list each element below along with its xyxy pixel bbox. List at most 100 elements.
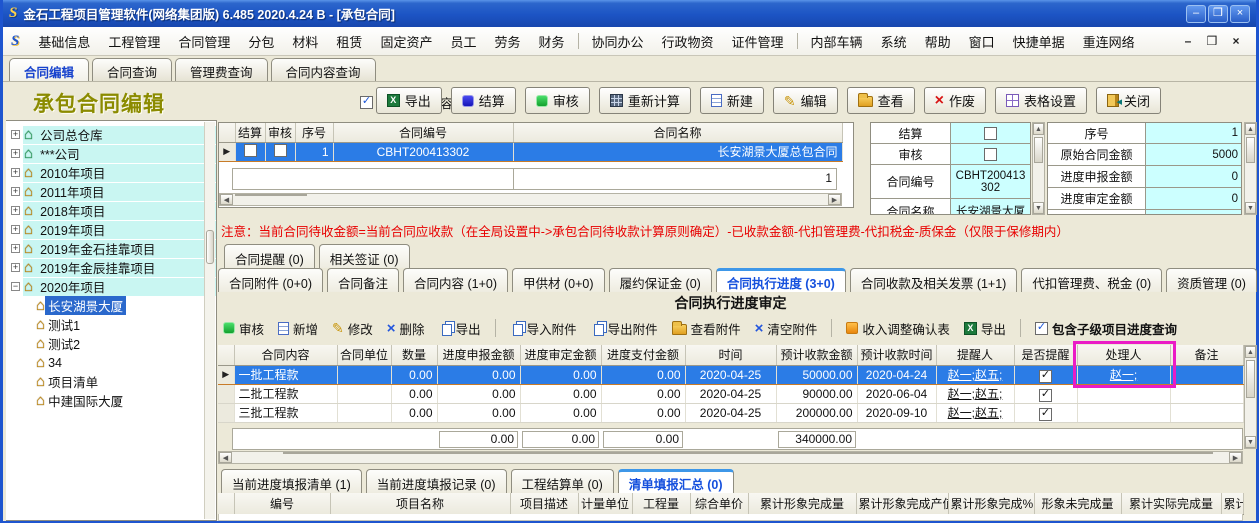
tab-receipts-invoices[interactable]: 合同收款及相关发票 (1+1) [850, 268, 1018, 292]
col-unit[interactable]: 合同单位 [337, 345, 391, 365]
tree-scrollbar[interactable] [204, 122, 215, 519]
new-button[interactable]: 新建 [700, 87, 764, 114]
tab-contract-notes[interactable]: 合同备注 [327, 268, 399, 292]
col-cum-image-qty[interactable]: 累计形象完成量 [748, 493, 856, 514]
tree-item-2010[interactable]: +⌂2010年项目 [6, 163, 216, 182]
tree-item-2019-jinshi[interactable]: +⌂2019年金石挂靠项目 [6, 239, 216, 258]
menu-subcontract[interactable]: 分包 [239, 29, 283, 54]
menu-contract-mgmt[interactable]: 合同管理 [169, 29, 239, 54]
expand-icon[interactable]: + [11, 244, 20, 253]
settle-checkbox[interactable] [244, 144, 257, 157]
tree-item-changan-tower[interactable]: ⌂长安湖景大厦 [6, 296, 216, 315]
col-quantity[interactable]: 工程量 [632, 493, 690, 514]
tree-item-2019-jinchen[interactable]: +⌂2019年金辰挂靠项目 [6, 258, 216, 277]
col-approved[interactable]: 进度审定金额 [520, 345, 601, 365]
progress-row-3[interactable]: 三批工程款 0.00 0.00 0.00 0.00 2020-04-25 200… [218, 403, 1243, 422]
tab-contract-attachments[interactable]: 合同附件 (0+0) [218, 268, 323, 292]
close-button[interactable]: × [1230, 5, 1250, 23]
audit-prop-checkbox[interactable] [984, 148, 997, 161]
tree-item-2019[interactable]: +⌂2019年项目 [6, 220, 216, 239]
remind-checkbox[interactable]: ✓ [1039, 408, 1052, 421]
scroll-thumb[interactable] [1034, 137, 1043, 163]
tree-scroll-thumb[interactable] [206, 230, 214, 264]
tree-item-test2[interactable]: ⌂测试2 [6, 334, 216, 353]
contract-grid-hscrollbar[interactable]: ◀ ▶ [219, 193, 842, 206]
col-date[interactable]: 时间 [685, 345, 776, 365]
scroll-down-icon[interactable]: ▼ [1245, 202, 1256, 214]
menu-project-mgmt[interactable]: 工程管理 [99, 29, 169, 54]
progress-add-button[interactable]: 新增 [278, 319, 318, 338]
progress-row-2[interactable]: 二批工程款 0.00 0.00 0.00 0.00 2020-04-25 900… [218, 384, 1243, 403]
tab-current-progress-list[interactable]: 当前进度填报清单 (1) [221, 469, 362, 493]
menu-admin-supplies[interactable]: 行政物资 [653, 29, 723, 54]
expand-icon[interactable]: + [11, 130, 20, 139]
col-paid[interactable]: 进度支付金额 [601, 345, 685, 365]
progress-row-1[interactable]: ▶ 一批工程款 0.00 0.00 0.00 0.00 2020-04-25 5… [218, 365, 1243, 384]
progress-delete-button[interactable]: ×删除 [387, 319, 425, 338]
scroll-thumb[interactable] [235, 194, 307, 196]
col-expected-date[interactable]: 预计收款时间 [857, 345, 936, 365]
tree-item-project-list[interactable]: ⌂项目清单 [6, 372, 216, 391]
menu-quick-docs[interactable]: 快捷单据 [1004, 29, 1074, 54]
col-handler[interactable]: 处理人 [1077, 345, 1170, 365]
col-cum-clipped[interactable]: 累计 [1221, 493, 1243, 514]
props-right-vscrollbar[interactable]: ▲ ▼ [1244, 122, 1257, 215]
tree-item-34[interactable]: ⌂34 [6, 353, 216, 372]
tree-item-test1[interactable]: ⌂测试1 [6, 315, 216, 334]
props-left-vscrollbar[interactable]: ▲ ▼ [1032, 122, 1045, 215]
scroll-down-icon[interactable]: ▼ [1033, 202, 1044, 214]
progress-modify-button[interactable]: ✎修改 [332, 319, 373, 338]
tab-owner-materials[interactable]: 甲供材 (0+0) [512, 268, 605, 292]
mdi-restore-button[interactable]: ❒ [1204, 34, 1220, 48]
income-adjust-button[interactable]: 收入调整确认表 [846, 319, 950, 338]
tab-contract-content-query[interactable]: 合同内容查询 [271, 58, 376, 81]
view-attachment-button[interactable]: 查看附件 [672, 319, 741, 338]
export-attachment-button[interactable]: 导出附件 [591, 319, 658, 338]
tab-mgmt-fee-query[interactable]: 管理费查询 [175, 58, 268, 81]
col-project-desc[interactable]: 项目描述 [510, 493, 578, 514]
void-button[interactable]: ×作废 [924, 87, 986, 114]
col-code[interactable]: 编号 [234, 493, 330, 514]
menu-finance[interactable]: 财务 [529, 29, 573, 54]
col-expected-amount[interactable]: 预计收款金额 [776, 345, 857, 365]
tab-contract-edit[interactable]: 合同编辑 [9, 58, 89, 81]
scroll-left-icon[interactable]: ◀ [220, 194, 233, 205]
scroll-thumb[interactable] [283, 452, 1213, 454]
tree-item-company[interactable]: +⌂***公司 [6, 144, 216, 163]
scroll-up-icon[interactable]: ▲ [1245, 123, 1256, 135]
menu-materials[interactable]: 材料 [283, 29, 327, 54]
menu-vehicles[interactable]: 内部车辆 [802, 29, 872, 54]
menu-staff[interactable]: 员工 [441, 29, 485, 54]
include-children-checkbox[interactable]: ✓包含子级项目进度查询 [1035, 319, 1177, 338]
scroll-up-icon[interactable]: ▲ [1033, 123, 1044, 135]
tab-contract-query[interactable]: 合同查询 [92, 58, 172, 81]
tab-related-visa[interactable]: 相关签证 (0) [319, 244, 410, 268]
detail-hscrollbar[interactable]: ◀ ▶ [218, 451, 1243, 464]
table-settings-button[interactable]: 表格设置 [995, 87, 1087, 114]
remind-checkbox[interactable]: ✓ [1039, 370, 1052, 383]
tab-current-progress-records[interactable]: 当前进度填报记录 (0) [366, 469, 507, 493]
restore-button[interactable]: ❒ [1208, 5, 1228, 23]
menu-reconnect[interactable]: 重连网络 [1074, 29, 1144, 54]
progress-vscrollbar[interactable]: ▲ ▼ [1244, 345, 1257, 449]
tab-contract-reminder[interactable]: 合同提醒 (0) [224, 244, 315, 268]
menu-window[interactable]: 窗口 [960, 29, 1004, 54]
tab-qualification-mgmt[interactable]: 资质管理 (0) [1166, 268, 1257, 292]
contract-row[interactable]: ▶ 1 CBHT200413302 长安湖景大厦总包合同 [219, 142, 842, 161]
tab-execution-progress[interactable]: 合同执行进度 (3+0) [716, 268, 846, 292]
tab-settlement-doc[interactable]: 工程结算单 (0) [511, 469, 614, 493]
menu-fixed-assets[interactable]: 固定资产 [371, 29, 441, 54]
recalculate-button[interactable]: 重新计算 [599, 87, 691, 114]
expand-icon[interactable]: + [11, 206, 20, 215]
expand-icon[interactable]: + [11, 187, 20, 196]
minimize-button[interactable]: – [1186, 5, 1206, 23]
col-declared[interactable]: 进度申报金额 [437, 345, 520, 365]
col-remind-flag[interactable]: 是否提醒 [1014, 345, 1077, 365]
tab-contract-content[interactable]: 合同内容 (1+0) [403, 268, 508, 292]
menu-basic-info[interactable]: 基础信息 [29, 29, 99, 54]
tree-item-2018[interactable]: +⌂2018年项目 [6, 201, 216, 220]
remind-checkbox[interactable]: ✓ [1039, 389, 1052, 402]
progress-audit-button[interactable]: 审核 [223, 319, 264, 338]
scroll-right-icon[interactable]: ▶ [1229, 452, 1242, 463]
menu-labor[interactable]: 劳务 [485, 29, 529, 54]
